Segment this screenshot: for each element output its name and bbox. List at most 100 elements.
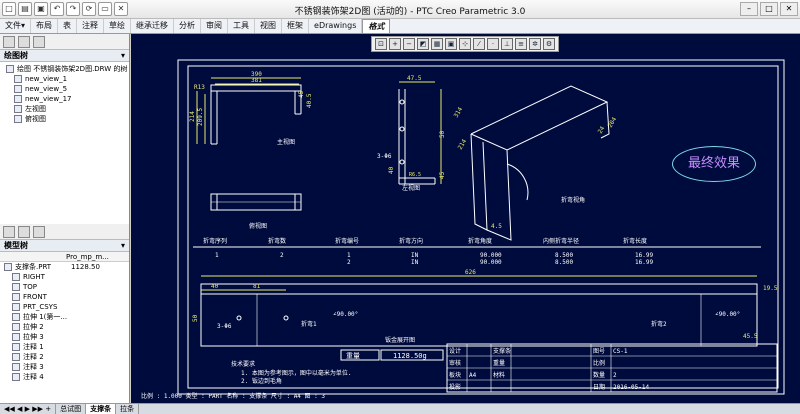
- close-icon[interactable]: ✕: [780, 2, 798, 16]
- model-tree-item[interactable]: TOP: [12, 282, 129, 292]
- window-icon[interactable]: ▭: [98, 2, 112, 16]
- folder-browser-icon[interactable]: [18, 35, 30, 48]
- table-header: 折弯长度: [623, 237, 647, 245]
- model-tree-item[interactable]: RIGHT: [12, 272, 129, 282]
- tree-filter-icon[interactable]: [18, 225, 30, 238]
- column-header[interactable]: Pro_mp_m...: [66, 252, 109, 261]
- model-tree-item[interactable]: 注释 2: [12, 352, 129, 362]
- model-tree-tab-icon[interactable]: [3, 35, 15, 48]
- feature-icon: [12, 303, 20, 311]
- close-window-icon[interactable]: ✕: [114, 2, 128, 16]
- drawing-tree-label: new_view_1: [25, 75, 68, 83]
- drawing-tree-header[interactable]: 绘图树 ▾: [0, 50, 129, 62]
- table-cell: 2: [280, 252, 284, 259]
- drawing-canvas[interactable]: 390 381 R13 214 209.5 45 40.5 主视图 47.5 50 45 R6.5 40…: [131, 34, 800, 403]
- ribbon-tab[interactable]: 草绘: [104, 19, 132, 33]
- sheet-tab-support[interactable]: 支撑条: [86, 404, 117, 414]
- dimension-text: 381: [251, 77, 262, 84]
- dimension-text: 50: [439, 130, 446, 138]
- undo-icon[interactable]: ↶: [50, 2, 64, 16]
- model-tree-label: 注释 2: [23, 353, 44, 361]
- drawing-tree-label: 俯视图: [25, 115, 46, 123]
- model-tree-item[interactable]: 拉伸 3: [12, 332, 129, 342]
- dimension-text: 40: [388, 166, 395, 174]
- drawing-tree-item[interactable]: 绘图 不锈钢装饰架2D图.DRW 的树: [6, 64, 129, 74]
- ribbon-tab[interactable]: 审阅: [201, 19, 229, 33]
- ribbon-tab[interactable]: eDrawings: [309, 19, 363, 33]
- dimension-text: 214: [457, 138, 469, 151]
- sheet-tab-bar[interactable]: 拉条: [116, 404, 140, 414]
- model-tree-header[interactable]: 模型树 ▾: [0, 240, 129, 252]
- drawing-tree-item[interactable]: 俯视图: [6, 114, 129, 124]
- model-tree-item[interactable]: 注释 3: [12, 362, 129, 372]
- status-bar: ◀◀ ◀ ▶ ▶▶ + 总试图 支撑条 拉条: [0, 403, 800, 414]
- bend-angle: ∠90.00°: [715, 311, 740, 318]
- drawing-tree-item[interactable]: new_view_1: [6, 74, 129, 84]
- model-tree-item[interactable]: PRT_CSYS: [12, 302, 129, 312]
- display-style-icon[interactable]: ▦: [431, 38, 443, 50]
- root-value: 1128.50: [71, 263, 100, 271]
- view-manager-icon[interactable]: ▣: [445, 38, 457, 50]
- view-icon: [14, 85, 22, 93]
- drawing-tree-item[interactable]: new_view_17: [6, 94, 129, 104]
- axis-display-icon[interactable]: ⁄: [473, 38, 485, 50]
- maximize-icon[interactable]: □: [760, 2, 778, 16]
- point-display-icon[interactable]: ·: [487, 38, 499, 50]
- ribbon-tab[interactable]: 文件▾: [0, 19, 32, 33]
- dimension-text: 214: [189, 111, 196, 122]
- ribbon-tab[interactable]: 表: [58, 19, 78, 33]
- favorites-icon[interactable]: [33, 35, 45, 48]
- drawing-tree: 绘图 不锈钢装饰架2D图.DRW 的树 new_view_1 new_view_5 n…: [0, 62, 129, 224]
- model-tree-toolbar: [0, 224, 129, 240]
- ribbon-tab[interactable]: 继承迁移: [131, 19, 175, 33]
- zoom-in-icon[interactable]: +: [389, 38, 401, 50]
- view-label: 折弯视角: [561, 196, 585, 204]
- tree-settings-icon[interactable]: [3, 225, 15, 238]
- settings-icon[interactable]: ⚙: [543, 38, 555, 50]
- ribbon-tab[interactable]: 布局: [31, 19, 59, 33]
- ribbon-tab[interactable]: 注释: [77, 19, 105, 33]
- open-file-icon[interactable]: ▤: [18, 2, 32, 16]
- model-tree-item[interactable]: 拉伸 2: [12, 322, 129, 332]
- new-file-icon[interactable]: □: [2, 2, 16, 16]
- ribbon-tab[interactable]: 分析: [174, 19, 202, 33]
- model-tree-item[interactable]: 拉伸 1(第一...: [12, 312, 129, 322]
- csys-display-icon[interactable]: ⊥: [501, 38, 513, 50]
- dimension-text: 3-Φ6: [377, 153, 392, 160]
- dimension-text: 50: [192, 314, 199, 322]
- model-tree-item[interactable]: FRONT: [12, 292, 129, 302]
- model-tree-label: FRONT: [23, 293, 47, 301]
- repaint-icon[interactable]: ◩: [417, 38, 429, 50]
- view-icon: [6, 65, 14, 73]
- ribbon-tab[interactable]: 视图: [255, 19, 283, 33]
- title-block-cell: 重量: [493, 359, 505, 367]
- collapse-icon[interactable]: ▾: [121, 240, 125, 251]
- sheet-tab-overview[interactable]: 总试图: [56, 404, 87, 414]
- model-tree-item[interactable]: 注释 1: [12, 342, 129, 352]
- sheet-nav-icon[interactable]: ◀◀ ◀ ▶ ▶▶ +: [0, 404, 57, 414]
- zoom-fit-icon[interactable]: ⊡: [375, 38, 387, 50]
- feature-icon: [12, 373, 20, 381]
- datum-display-icon[interactable]: ⊹: [459, 38, 471, 50]
- minimize-icon[interactable]: –: [740, 2, 758, 16]
- model-tree-item[interactable]: 注释 4: [12, 372, 129, 382]
- ribbon-tab[interactable]: 框架: [282, 19, 310, 33]
- drawing-tree-item[interactable]: 左视图: [6, 104, 129, 114]
- annotation-display-icon[interactable]: ≡: [515, 38, 527, 50]
- redo-icon[interactable]: ↷: [66, 2, 80, 16]
- drawing-tree-item[interactable]: new_view_5: [6, 84, 129, 94]
- spin-center-icon[interactable]: ✲: [529, 38, 541, 50]
- ribbon-tab[interactable]: 格式: [362, 19, 391, 33]
- tree-columns-icon[interactable]: [33, 225, 45, 238]
- zoom-out-icon[interactable]: −: [403, 38, 415, 50]
- view-label: 主视图: [277, 138, 295, 146]
- ribbon-tab[interactable]: 工具: [228, 19, 256, 33]
- dimension-text: 3-Φ6: [217, 323, 232, 330]
- dimension-text: 81: [253, 283, 261, 290]
- model-tree-root[interactable]: 支撑条.PRT 1128.50: [0, 262, 129, 272]
- regenerate-icon[interactable]: ⟳: [82, 2, 96, 16]
- feature-icon: [12, 313, 20, 321]
- save-icon[interactable]: ▣: [34, 2, 48, 16]
- collapse-icon[interactable]: ▾: [121, 50, 125, 61]
- flat-body: [200, 293, 758, 347]
